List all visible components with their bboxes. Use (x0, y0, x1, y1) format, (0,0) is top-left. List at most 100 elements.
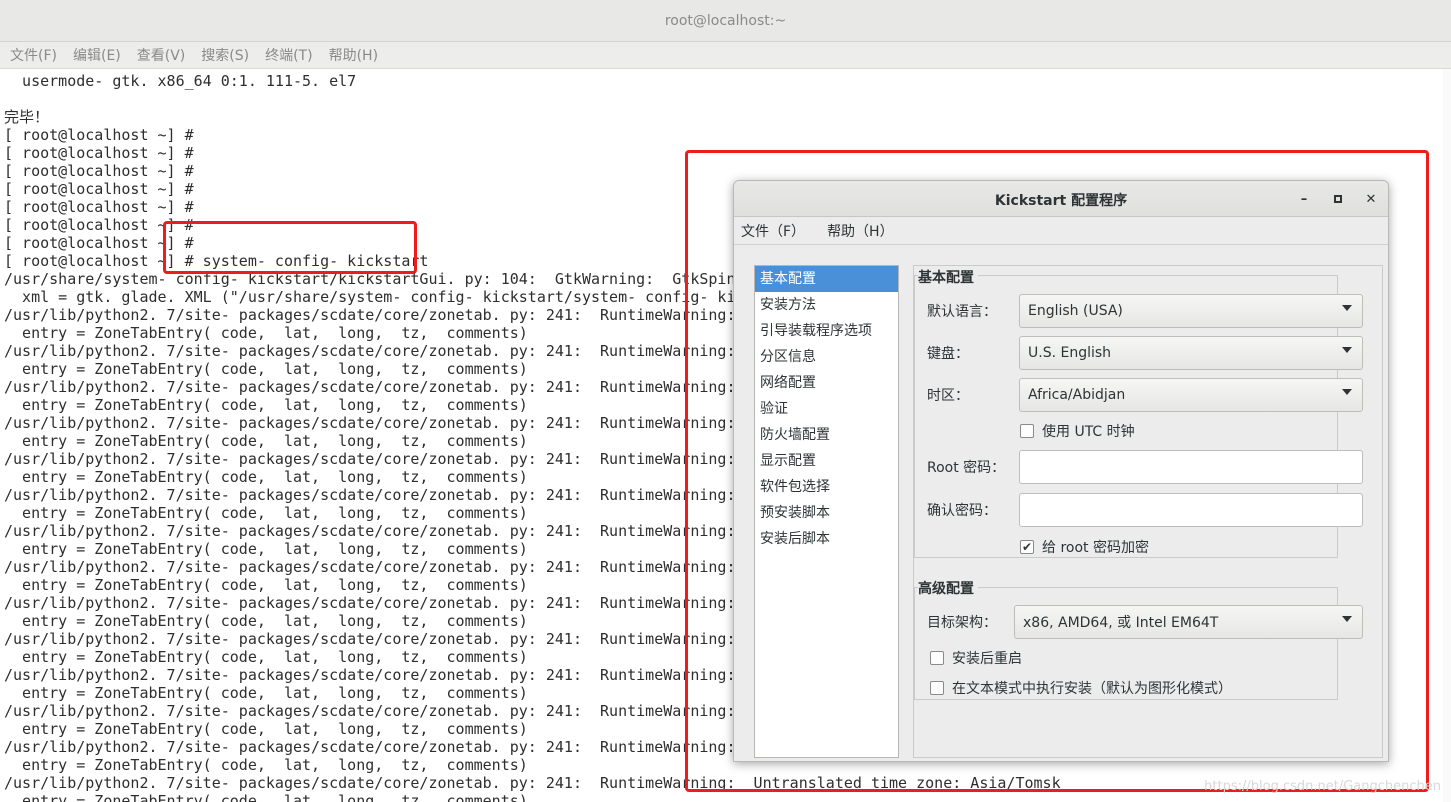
reboot-label: 安装后重启 (952, 651, 1022, 667)
language-label: 默认语言： (927, 304, 997, 320)
encrypt-label: 给 root 密码加密 (1042, 540, 1149, 556)
textmode-checkbox[interactable]: 在文本模式中执行安装（默认为图形化模式） (930, 678, 1232, 698)
terminal-titlebar: root@localhost:~ (0, 0, 1451, 42)
nav-item-partition[interactable]: 分区信息 (755, 344, 898, 370)
chevron-down-icon (1342, 389, 1352, 395)
dialog-menu-help[interactable]: 帮助（H） (827, 221, 894, 241)
terminal-menu-terminal[interactable]: 终端(T) (265, 45, 312, 65)
check-icon[interactable]: ✔ (1020, 540, 1034, 554)
terminal-line: [ root@localhost ~] # (4, 198, 194, 216)
terminal-line: entry = ZoneTabEntry( code, lat, long, t… (4, 432, 528, 450)
advanced-section-title: 高级配置 (918, 578, 978, 598)
utc-checkbox-box[interactable] (1020, 424, 1034, 438)
chevron-down-icon (1342, 616, 1352, 622)
confirm-password-field[interactable] (1019, 493, 1363, 527)
keyboard-value: U.S. English (1028, 345, 1112, 361)
terminal-menu-help[interactable]: 帮助(H) (329, 45, 378, 65)
nav-item-basic-config[interactable]: 基本配置 (755, 266, 898, 292)
root-password-field[interactable] (1019, 450, 1363, 484)
terminal-line: /usr/lib/python2. 7/site- packages/scdat… (4, 378, 790, 396)
terminal-menu-search[interactable]: 搜索(S) (201, 45, 249, 65)
terminal-line: 完毕！ (4, 108, 50, 126)
watermark: https://blog.csdn.net/Gangchenchen (1204, 779, 1441, 794)
terminal-line: /usr/lib/python2. 7/site- packages/scdat… (4, 594, 790, 612)
terminal-menu-edit[interactable]: 编辑(E) (73, 45, 121, 65)
terminal-line: entry = ZoneTabEntry( code, lat, long, t… (4, 396, 528, 414)
terminal-scrollbar[interactable] (1443, 69, 1451, 802)
terminal-line: entry = ZoneTabEntry( code, lat, long, t… (4, 360, 528, 378)
terminal-line: entry = ZoneTabEntry( code, lat, long, t… (4, 684, 528, 702)
close-icon[interactable]: ✕ (1361, 189, 1381, 209)
terminal-line: /usr/lib/python2. 7/site- packages/scdat… (4, 522, 790, 540)
terminal-line: /usr/lib/python2. 7/site- packages/scdat… (4, 702, 790, 720)
arch-combo[interactable]: x86, AMD64, 或 Intel EM64T (1014, 605, 1363, 639)
utc-clock-checkbox[interactable]: 使用 UTC 时钟 (1020, 421, 1135, 441)
terminal-line: /usr/lib/python2. 7/site- packages/scdat… (4, 486, 790, 504)
terminal-line: /usr/lib/python2. 7/site- packages/scdat… (4, 774, 1061, 792)
terminal-line: [ root@localhost ~] # (4, 234, 194, 252)
terminal-line: /usr/share/system- config- kickstart/kic… (4, 270, 790, 288)
nav-item-install-method[interactable]: 安装方法 (755, 292, 898, 318)
terminal-line: entry = ZoneTabEntry( code, lat, long, t… (4, 540, 528, 558)
terminal-menu-file[interactable]: 文件(F) (10, 45, 57, 65)
terminal-line: entry = ZoneTabEntry( code, lat, long, t… (4, 324, 528, 342)
keyboard-combo[interactable]: U.S. English (1019, 336, 1363, 370)
config-panel: 基本配置 默认语言： English (USA) 键盘： U.S. Englis… (913, 265, 1383, 758)
nav-item-bootloader[interactable]: 引导装载程序选项 (755, 318, 898, 344)
terminal-line: /usr/lib/python2. 7/site- packages/scdat… (4, 738, 790, 756)
maximize-icon[interactable] (1328, 189, 1348, 209)
terminal-line: /usr/lib/python2. 7/site- packages/scdat… (4, 630, 790, 648)
keyboard-label: 键盘： (927, 346, 969, 362)
textmode-label: 在文本模式中执行安装（默认为图形化模式） (952, 681, 1232, 697)
nav-item-post-script[interactable]: 安装后脚本 (755, 526, 898, 552)
terminal-line: /usr/lib/python2. 7/site- packages/scdat… (4, 666, 790, 684)
terminal-line: usermode- gtk. x86_64 0:1. 111-5. el7 (4, 72, 357, 90)
nav-item-pre-script[interactable]: 预安装脚本 (755, 500, 898, 526)
arch-value: x86, AMD64, 或 Intel EM64T (1023, 615, 1219, 631)
timezone-combo[interactable]: Africa/Abidjan (1019, 378, 1363, 412)
nav-item-network[interactable]: 网络配置 (755, 370, 898, 396)
terminal-line: /usr/lib/python2. 7/site- packages/scdat… (4, 306, 790, 324)
terminal-line: /usr/lib/python2. 7/site- packages/scdat… (4, 414, 790, 432)
dialog-title: Kickstart 配置程序 (994, 193, 1128, 209)
textmode-checkbox-box[interactable] (930, 681, 944, 695)
terminal-line: [ root@localhost ~] # (4, 216, 194, 234)
terminal-title: root@localhost:~ (664, 12, 787, 29)
timezone-label: 时区： (927, 388, 969, 404)
nav-item-packages[interactable]: 软件包选择 (755, 474, 898, 500)
terminal-line: entry = ZoneTabEntry( code, lat, long, t… (4, 792, 528, 802)
nav-item-auth[interactable]: 验证 (755, 396, 898, 422)
terminal-line: [ root@localhost ~] # (4, 180, 194, 198)
nav-item-firewall[interactable]: 防火墙配置 (755, 422, 898, 448)
terminal-line: [ root@localhost ~] # system- config- ki… (4, 252, 429, 270)
encrypt-root-password-checkbox[interactable]: ✔ 给 root 密码加密 (1020, 537, 1149, 557)
kickstart-dialog: Kickstart 配置程序 – ✕ 文件（F） 帮助（H） 基本配置 安装方法… (733, 180, 1389, 762)
reboot-checkbox[interactable]: 安装后重启 (930, 648, 1022, 668)
chevron-down-icon (1342, 305, 1352, 311)
terminal-line: [ root@localhost ~] # (4, 126, 194, 144)
terminal-line: entry = ZoneTabEntry( code, lat, long, t… (4, 504, 528, 522)
terminal-line: [ root@localhost ~] # (4, 144, 194, 162)
dialog-titlebar[interactable]: Kickstart 配置程序 – ✕ (734, 181, 1388, 217)
language-value: English (USA) (1028, 303, 1123, 319)
category-list: 基本配置 安装方法 引导装载程序选项 分区信息 网络配置 验证 防火墙配置 显示… (754, 265, 899, 758)
arch-label: 目标架构： (927, 615, 997, 631)
terminal-line: /usr/lib/python2. 7/site- packages/scdat… (4, 342, 790, 360)
terminal-line: /usr/lib/python2. 7/site- packages/scdat… (4, 450, 790, 468)
terminal-line: entry = ZoneTabEntry( code, lat, long, t… (4, 720, 528, 738)
terminal-menu-view[interactable]: 查看(V) (137, 45, 186, 65)
language-combo[interactable]: English (USA) (1019, 294, 1363, 328)
terminal-line: entry = ZoneTabEntry( code, lat, long, t… (4, 576, 528, 594)
root-password-label: Root 密码： (927, 460, 1006, 476)
nav-item-display[interactable]: 显示配置 (755, 448, 898, 474)
terminal-line: entry = ZoneTabEntry( code, lat, long, t… (4, 468, 528, 486)
terminal-line: [ root@localhost ~] # (4, 162, 194, 180)
dialog-menu-file[interactable]: 文件（F） (741, 221, 805, 241)
terminal-line: entry = ZoneTabEntry( code, lat, long, t… (4, 756, 528, 774)
dialog-menubar: 文件（F） 帮助（H） (734, 217, 1388, 245)
terminal-line: entry = ZoneTabEntry( code, lat, long, t… (4, 612, 528, 630)
terminal-line: /usr/lib/python2. 7/site- packages/scdat… (4, 558, 790, 576)
reboot-checkbox-box[interactable] (930, 651, 944, 665)
chevron-down-icon (1342, 347, 1352, 353)
minimize-icon[interactable]: – (1294, 189, 1314, 209)
